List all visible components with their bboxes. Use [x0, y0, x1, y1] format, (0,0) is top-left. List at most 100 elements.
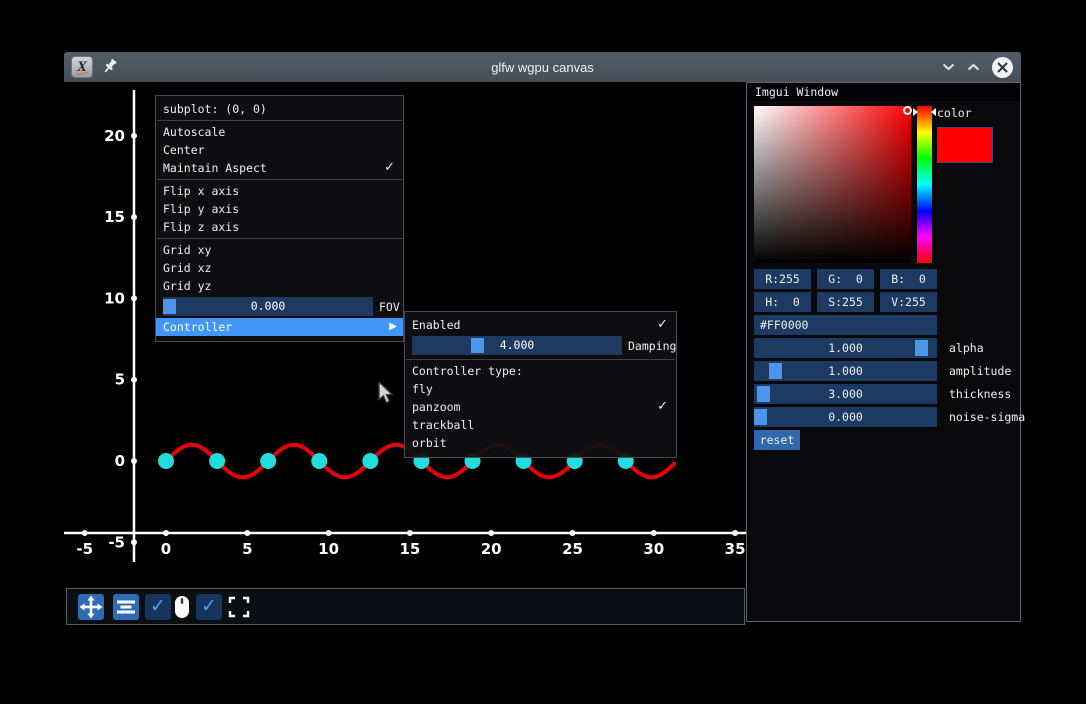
menu-separator — [157, 179, 402, 180]
rgb-field-0[interactable]: R:255 — [754, 269, 811, 289]
menu-separator — [406, 359, 675, 360]
hsv-field-1[interactable]: S:255 — [817, 292, 874, 312]
plot-toolbar: ✓ ✓ — [66, 588, 745, 625]
controller-submenu: Enabled ✓ 4.000 Damping Controller type: fly p… — [404, 311, 677, 458]
slider-label: Damping — [628, 337, 676, 355]
scatter-marker — [362, 453, 378, 469]
panel-slider-amplitude[interactable]: 1.000amplitude — [754, 361, 937, 381]
menu-item-label: Controller type: — [412, 364, 523, 378]
svg-text:-5: -5 — [76, 540, 93, 558]
slider-value: 0.000 — [163, 297, 373, 316]
slider-label: FOV — [379, 298, 400, 316]
hsv-field-0[interactable]: H: 0 — [754, 292, 811, 312]
toggle-checkbox-2[interactable]: ✓ — [196, 594, 222, 620]
menu-item-flip-z-axis[interactable]: Flip z axis — [156, 218, 403, 236]
svg-text:15: 15 — [399, 540, 420, 558]
menu-slider-row[interactable]: 4.000 Damping — [405, 334, 676, 357]
menu-slider-row[interactable]: 0.000 FOV — [156, 295, 403, 318]
hsv-field-2[interactable]: V:255 — [880, 292, 937, 312]
menu-item-autoscale[interactable]: Autoscale — [156, 123, 403, 141]
scatter-marker — [311, 453, 327, 469]
svg-text:-5: -5 — [108, 533, 125, 551]
menu-item-subplot-0-0-[interactable]: subplot: (0, 0) — [156, 100, 403, 118]
picker-circle-marker[interactable] — [903, 106, 912, 115]
menu-separator — [157, 120, 402, 121]
close-button[interactable] — [992, 57, 1013, 78]
check-icon: ✓ — [657, 398, 668, 416]
panel-slider-thickness[interactable]: 3.000thickness — [754, 384, 937, 404]
check-icon: ✓ — [657, 316, 668, 334]
menu-item-panzoom[interactable]: panzoom ✓ — [405, 398, 676, 416]
submenu-arrow-icon: ▶ — [389, 318, 397, 336]
minimize-button[interactable] — [942, 58, 955, 76]
menu-item-controller-type-[interactable]: Controller type: — [405, 362, 676, 380]
pan-tool-button[interactable] — [78, 594, 104, 620]
reset-button[interactable]: reset — [754, 430, 800, 450]
hex-field[interactable]: #FF0000 — [754, 315, 937, 335]
menu-item-label: subplot: (0, 0) — [163, 102, 267, 116]
scatter-marker — [209, 453, 225, 469]
menu-item-label: Grid yz — [163, 279, 211, 293]
color-swatch[interactable] — [937, 127, 993, 163]
panel-slider-noise-sigma[interactable]: 0.000noise-sigma — [754, 407, 937, 427]
menu-item-maintain-aspect[interactable]: Maintain Aspect✓ — [156, 159, 403, 177]
slider-label: alpha — [949, 338, 984, 358]
context-menu: subplot: (0, 0) Autoscale Center Maintain A… — [155, 95, 404, 342]
toggle-checkbox-1[interactable]: ✓ — [145, 594, 171, 620]
hue-marker-left-icon — [913, 108, 918, 116]
menu-item-trackball[interactable]: trackball — [405, 416, 676, 434]
menu-item-enabled[interactable]: Enabled ✓ — [405, 316, 676, 334]
window-title: glfw wgpu canvas — [64, 60, 1021, 75]
svg-text:35: 35 — [725, 540, 746, 558]
menu-item-controller[interactable]: Controller▶ — [156, 318, 403, 336]
slider-track[interactable]: 0.000 — [163, 297, 373, 316]
hue-marker-right-icon — [931, 108, 936, 116]
svg-text:30: 30 — [643, 540, 664, 558]
rgb-field-2[interactable]: B: 0 — [880, 269, 937, 289]
menu-item-fly[interactable]: fly — [405, 380, 676, 398]
slider-track[interactable]: 0.000 — [754, 407, 937, 427]
svg-text:25: 25 — [562, 540, 583, 558]
menu-item-label: Enabled — [412, 318, 460, 332]
panel-slider-alpha[interactable]: 1.000alpha — [754, 338, 937, 358]
imgui-window-title[interactable]: Imgui Window — [747, 83, 1020, 101]
center-tool-button[interactable] — [113, 594, 139, 620]
menu-item-grid-xy[interactable]: Grid xy — [156, 241, 403, 259]
menu-item-label: Autoscale — [163, 125, 225, 139]
slider-track[interactable]: 3.000 — [754, 384, 937, 404]
scatter-marker — [260, 453, 276, 469]
menu-item-label: Grid xz — [163, 261, 211, 275]
app-window: X glfw wgpu canvas 201 — [64, 52, 1021, 640]
saturation-value-picker[interactable] — [754, 106, 911, 263]
titlebar[interactable]: X glfw wgpu canvas — [64, 52, 1021, 82]
menu-item-grid-xz[interactable]: Grid xz — [156, 259, 403, 277]
menu-item-orbit[interactable]: orbit — [405, 434, 676, 452]
slider-value: 1.000 — [754, 338, 937, 358]
menu-item-center[interactable]: Center — [156, 141, 403, 159]
slider-track[interactable]: 4.000 — [412, 336, 622, 355]
check-icon: ✓ — [384, 159, 395, 177]
menu-separator — [157, 238, 402, 239]
rgb-field-1[interactable]: G: 0 — [817, 269, 874, 289]
fullscreen-button[interactable] — [226, 594, 252, 620]
svg-text:10: 10 — [318, 540, 339, 558]
menu-item-label: Flip y axis — [163, 202, 239, 216]
svg-text:0: 0 — [115, 452, 125, 470]
imgui-window: Imgui Window color R:255 G: 0 B: 0 H: 0 S:2… — [746, 82, 1021, 622]
menu-item-grid-yz[interactable]: Grid yz — [156, 277, 403, 295]
slider-track[interactable]: 1.000 — [754, 338, 937, 358]
svg-text:10: 10 — [104, 289, 125, 307]
color-label: color — [937, 106, 972, 120]
menu-item-label: trackball — [412, 418, 474, 432]
maximize-button[interactable] — [967, 58, 980, 76]
slider-track[interactable]: 1.000 — [754, 361, 937, 381]
svg-text:20: 20 — [481, 540, 502, 558]
slider-label: amplitude — [949, 361, 1011, 381]
svg-text:5: 5 — [242, 540, 252, 558]
menu-item-label: fly — [412, 382, 433, 396]
menu-item-flip-y-axis[interactable]: Flip y axis — [156, 200, 403, 218]
menu-item-flip-x-axis[interactable]: Flip x axis — [156, 182, 403, 200]
hue-bar[interactable] — [917, 106, 932, 263]
menu-item-label: panzoom — [412, 400, 460, 414]
menu-item-label: Center — [163, 143, 205, 157]
